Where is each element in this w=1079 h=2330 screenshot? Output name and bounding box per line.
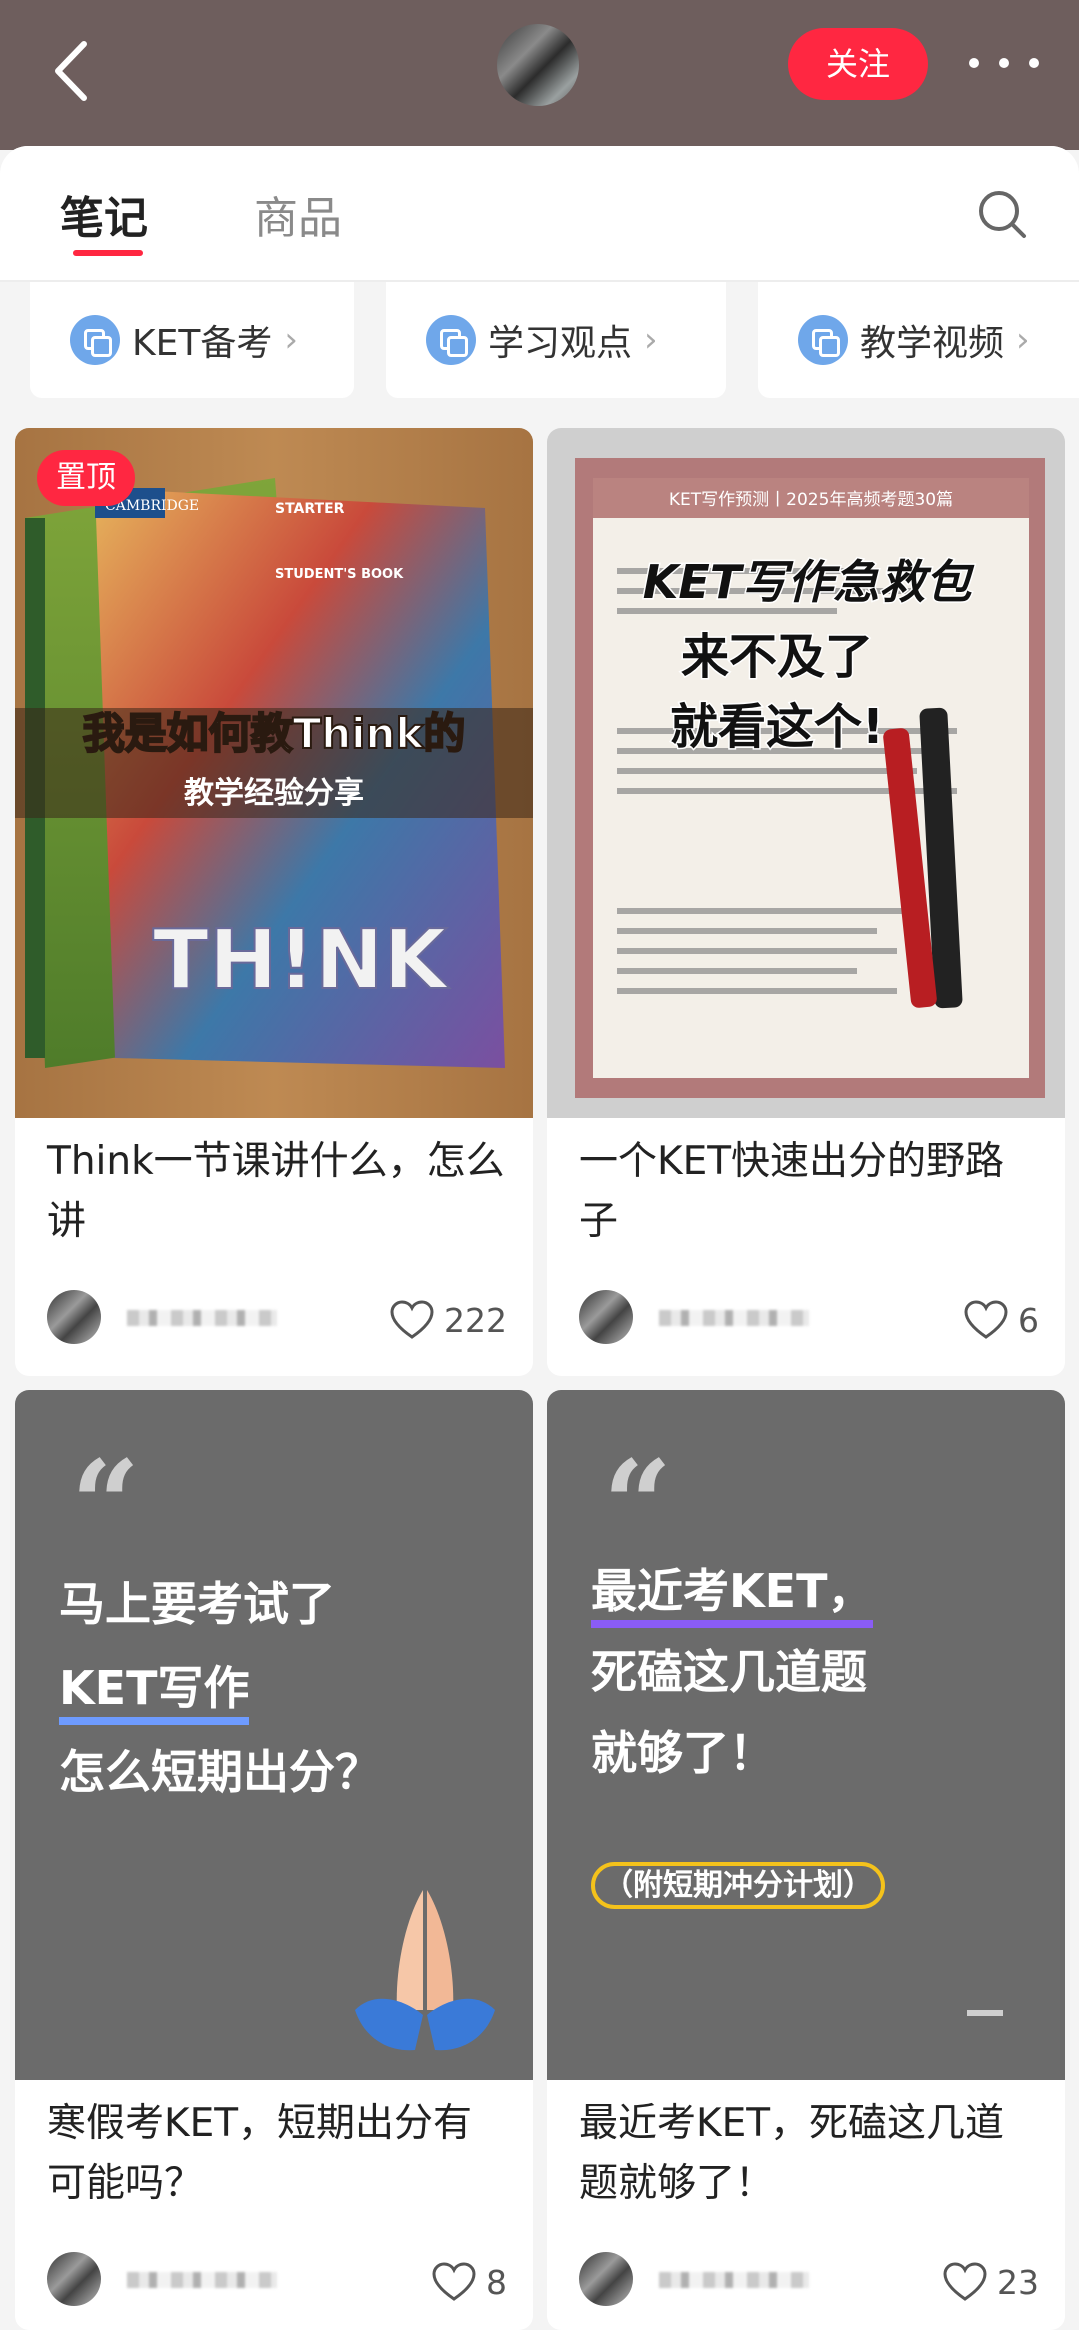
chevron-right-icon: ›	[644, 320, 658, 360]
collection-icon	[798, 315, 848, 365]
note-card[interactable]: CAMBRIDGE STARTER STUDENT'S BOOK 我是如何教Th…	[15, 428, 533, 1376]
cover-line-3: 就看这个!	[670, 699, 884, 755]
like-count: 222	[444, 1300, 507, 1340]
cover-note: （附短期冲分计划）	[591, 1860, 885, 1909]
like-count: 6	[1018, 1300, 1039, 1340]
pinned-badge: 置顶	[37, 450, 135, 506]
more-dots-icon[interactable]	[964, 40, 1044, 86]
cover-circled-text: （附短期冲分计划）	[591, 1862, 885, 1909]
search-icon[interactable]	[976, 188, 1028, 240]
heart-icon	[943, 2262, 987, 2301]
collection-learning-views[interactable]: 学习观点 ›	[386, 282, 726, 398]
note-card[interactable]: KET写作预测丨2025年高频考题30篇 KET写作急救包 来不及了 就看这个!…	[547, 428, 1065, 1376]
author-avatar[interactable]	[579, 1290, 633, 1344]
note-cover-image: KET写作预测丨2025年高频考题30篇 KET写作急救包 来不及了 就看这个!	[547, 428, 1065, 1118]
cover-worksheet-title: KET写作预测丨2025年高频考题30篇	[669, 490, 953, 510]
tab-products[interactable]: 商品	[254, 182, 342, 246]
heart-icon	[964, 1300, 1008, 1339]
cover-line-3: 就够了！	[591, 1726, 775, 1780]
follow-button[interactable]: 关注	[788, 28, 928, 100]
like-button[interactable]: 23	[943, 2258, 1039, 2306]
cover-highlight: KET写作	[59, 1661, 250, 1725]
tab-notes[interactable]: 笔记	[60, 182, 148, 246]
profile-header: 关注	[0, 0, 1079, 150]
author-avatar[interactable]	[497, 24, 579, 106]
collection-label: 学习观点	[488, 323, 633, 364]
author-name-blurred[interactable]	[659, 2272, 809, 2288]
note-card[interactable]: “ 最近考KET， 死磕这几道题 就够了！ （附短期冲分计划） 最近考KET，死…	[547, 1390, 1065, 2330]
quote-mark-icon: “	[603, 1434, 673, 1575]
note-title: 最近考KET，死磕这几道题就够了！	[579, 2101, 1005, 2206]
decorative-dash	[967, 2010, 1003, 2016]
author-avatar[interactable]	[47, 2252, 101, 2306]
back-arrow-icon[interactable]	[46, 36, 106, 106]
note-cover-image: “ 最近考KET， 死磕这几道题 就够了！ （附短期冲分计划）	[547, 1390, 1065, 2080]
collection-ket-prep[interactable]: KET备考 ›	[30, 282, 354, 398]
cover-line-2: KET写作	[59, 1652, 250, 1725]
cover-line-1: 马上要考试了	[59, 1577, 335, 1631]
praying-hands-icon	[355, 1890, 495, 2051]
cover-subheadline: 教学经验分享	[184, 776, 364, 811]
collection-teaching-videos[interactable]: 教学视频 ›	[758, 282, 1079, 398]
author-name-blurred[interactable]	[127, 1310, 277, 1326]
note-title: 一个KET快速出分的野路子	[579, 1139, 1005, 1244]
chevron-right-icon: ›	[1016, 320, 1030, 360]
cover-headline: KET写作急救包	[643, 555, 975, 609]
collections-row: KET备考 › 学习观点 › 教学视频 ›	[0, 282, 1079, 404]
chevron-right-icon: ›	[284, 320, 298, 360]
like-button[interactable]: 222	[390, 1296, 507, 1344]
note-footer: 222	[47, 1290, 507, 1350]
author-name-blurred[interactable]	[659, 1310, 809, 1326]
heart-icon	[390, 1300, 434, 1339]
author-avatar[interactable]	[579, 2252, 633, 2306]
author-avatar[interactable]	[47, 1290, 101, 1344]
author-name-blurred[interactable]	[127, 2272, 277, 2288]
cover-line-3: 怎么短期出分？	[59, 1745, 381, 1799]
active-tab-indicator	[73, 250, 143, 256]
cover-book-type: STUDENT'S BOOK	[275, 567, 404, 582]
cover-line-2: 死磕这几道题	[591, 1645, 867, 1699]
note-cover-image: CAMBRIDGE STARTER STUDENT'S BOOK 我是如何教Th…	[15, 428, 533, 1118]
note-footer: 6	[579, 1290, 1039, 1350]
cover-line-1: 最近考KET，	[591, 1555, 874, 1628]
like-button[interactable]: 6	[964, 1296, 1039, 1344]
note-footer: 8	[47, 2252, 507, 2312]
cover-headline: 我是如何教Think的	[83, 709, 466, 758]
cover-book-title: TH!NK	[153, 913, 451, 1008]
collection-label: KET备考	[132, 323, 273, 364]
note-title: 寒假考KET，短期出分有可能吗？	[47, 2101, 473, 2206]
collection-label: 教学视频	[860, 323, 1005, 364]
quote-mark-icon: “	[71, 1434, 141, 1575]
note-cover-image: “ 马上要考试了 KET写作 怎么短期出分？	[15, 1390, 533, 2080]
cover-series: STARTER	[275, 501, 345, 517]
like-count: 23	[997, 2262, 1039, 2302]
note-title: Think一节课讲什么，怎么讲	[47, 1139, 505, 1244]
note-footer: 23	[579, 2252, 1039, 2312]
note-card[interactable]: “ 马上要考试了 KET写作 怎么短期出分？ 寒假考KET，短期出分有可能吗？ …	[15, 1390, 533, 2330]
collection-icon	[426, 315, 476, 365]
like-count: 8	[486, 2262, 507, 2302]
tab-bar: 笔记 商品	[0, 146, 1079, 282]
cover-line-2: 来不及了	[681, 629, 873, 685]
cover-highlight: 最近考KET，	[591, 1564, 874, 1628]
heart-icon	[432, 2262, 476, 2301]
collection-icon	[70, 315, 120, 365]
like-button[interactable]: 8	[432, 2258, 507, 2306]
